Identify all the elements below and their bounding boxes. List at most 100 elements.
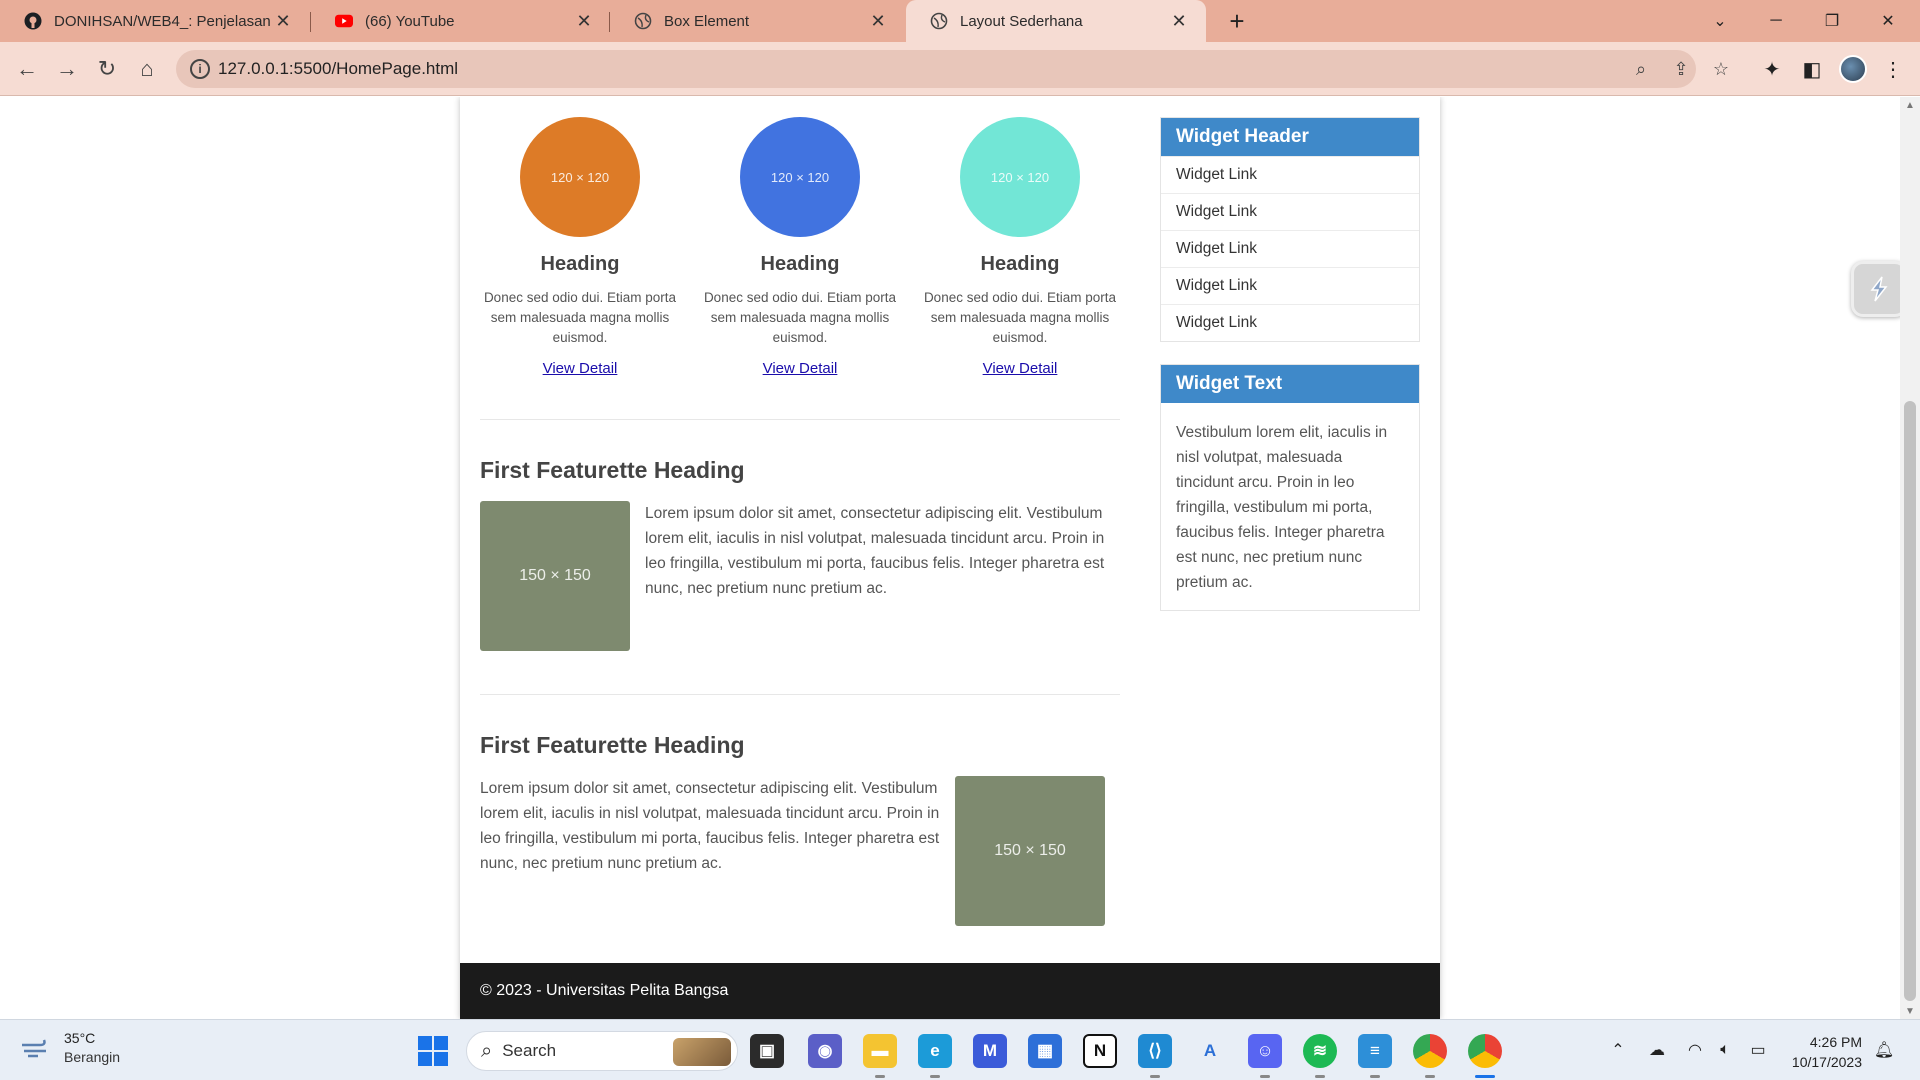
tab-youtube[interactable]: (66) YouTube ✕ [311, 0, 611, 42]
widget-link[interactable]: Widget Link [1161, 304, 1419, 341]
bookmark-star-icon[interactable]: ☆ [1704, 58, 1738, 80]
taskbar-clock[interactable]: 4:26 PM 10/17/2023 [1782, 1032, 1862, 1072]
view-detail-link[interactable]: View Detail [983, 360, 1058, 377]
scrollbar-thumb[interactable] [1904, 401, 1916, 1001]
site-info-icon[interactable]: i [190, 59, 210, 79]
column-text: Donec sed odio dui. Etiam porta sem male… [483, 290, 677, 345]
search-icon: ⌕ [481, 1039, 493, 1062]
scroll-up-icon[interactable]: ▲ [1900, 97, 1920, 113]
notepad-icon[interactable]: ≡ [1358, 1034, 1392, 1078]
side-panel-icon[interactable]: ◧ [1795, 52, 1829, 86]
store-icon[interactable]: ▦ [1028, 1034, 1062, 1068]
taskbar-search[interactable]: ⌕ Search [466, 1031, 738, 1071]
featurette-divider [480, 694, 1120, 695]
minimize-button[interactable]: ─ [1748, 0, 1804, 42]
featurette-heading: First Featurette Heading [480, 457, 745, 483]
tab-strip: DONIHSAN/WEB4_: Penjelasan T ✕ (66) YouT… [0, 0, 1920, 42]
widget-link[interactable]: Widget Link [1161, 193, 1419, 230]
column-heading: Heading [540, 253, 620, 275]
edge-icon[interactable]: e [918, 1034, 952, 1078]
discord-icon[interactable]: ☺ [1248, 1034, 1282, 1078]
close-icon[interactable]: ✕ [272, 10, 294, 32]
featurette-text: Lorem ipsum dolor sit amet, consectetur … [480, 780, 940, 872]
widget-link[interactable]: Widget Link [1161, 230, 1419, 267]
view-detail-link[interactable]: View Detail [763, 360, 838, 377]
weather-temperature: 35°C [64, 1030, 96, 1046]
windows-taskbar: 35°C Berangin ⌕ Search ▣ ◉ ▬ e M ▦ N ⟨⟩ … [0, 1019, 1920, 1080]
close-icon[interactable]: ✕ [573, 10, 595, 32]
close-icon[interactable]: ✕ [867, 10, 889, 32]
share-icon[interactable]: ⇪ [1664, 58, 1698, 80]
volume-icon[interactable]: 🔈︎ [1713, 1038, 1737, 1062]
circle-image: 120 × 120 [960, 117, 1080, 237]
tab-github[interactable]: DONIHSAN/WEB4_: Penjelasan T ✕ [0, 0, 310, 42]
marketing-column: 120 × 120 Heading Donec sed odio dui. Et… [480, 117, 680, 378]
forward-icon[interactable]: → [50, 52, 84, 86]
profile-avatar[interactable] [1839, 55, 1867, 83]
chrome-profile-icon[interactable] [1468, 1034, 1502, 1078]
floating-action-button[interactable] [1851, 261, 1900, 317]
tab-search-icon[interactable]: ⌄ [1692, 0, 1748, 42]
weather-widget[interactable]: 35°C Berangin [20, 1030, 120, 1065]
new-tab-button[interactable]: + [1222, 6, 1252, 36]
page-footer: © 2023 - Universitas Pelita Bangsa [460, 963, 1440, 1019]
globe-icon [634, 12, 652, 30]
page-viewport: 120 × 120 Heading Donec sed odio dui. Et… [0, 97, 1900, 1019]
wind-icon [20, 1037, 54, 1059]
widget-link[interactable]: Widget Link [1161, 267, 1419, 304]
restore-button[interactable]: ❐ [1804, 0, 1860, 42]
github-icon [24, 12, 42, 30]
extensions-icon[interactable]: ✦ [1755, 52, 1789, 86]
column-text: Donec sed odio dui. Etiam porta sem male… [703, 290, 897, 345]
browser-toolbar: ← → ↻ ⌂ i 127.0.0.1:5500/HomePage.html ⌕… [0, 42, 1920, 96]
close-window-button[interactable]: ✕ [1860, 0, 1916, 42]
search-label: Search [502, 1041, 557, 1060]
page-scrollbar[interactable]: ▲ ▼ [1900, 97, 1920, 1019]
clock-date: 10/17/2023 [1791, 1054, 1862, 1070]
featurette: First Featurette Heading 150 × 150 Lorem… [480, 457, 1120, 657]
sidebar: Widget Header Widget Link Widget Link Wi… [1160, 117, 1420, 611]
teams-icon[interactable]: ◉ [808, 1034, 842, 1068]
featurette-image: 150 × 150 [480, 501, 630, 651]
circle-image: 120 × 120 [740, 117, 860, 237]
tab-layout-sederhana[interactable]: Layout Sederhana ✕ [906, 0, 1206, 42]
url-text[interactable]: 127.0.0.1:5500/HomePage.html [218, 59, 458, 79]
column-text: Donec sed odio dui. Etiam porta sem male… [923, 290, 1117, 345]
featurette-heading: First Featurette Heading [480, 732, 745, 758]
chrome-icon[interactable] [1413, 1034, 1447, 1078]
wifi-icon[interactable]: ◠ [1683, 1038, 1707, 1062]
home-icon[interactable]: ⌂ [130, 52, 164, 86]
widget-text-box: Widget Text Vestibulum lorem elit, iacul… [1160, 364, 1420, 611]
vscode-icon[interactable]: ⟨⟩ [1138, 1034, 1172, 1078]
notification-bell-icon[interactable]: 🔔︎ [1872, 1038, 1896, 1062]
reload-icon[interactable]: ↻ [90, 52, 124, 86]
windows-start-icon[interactable] [418, 1036, 448, 1066]
scroll-down-icon[interactable]: ▼ [1900, 1003, 1920, 1019]
widget-text-header: Widget Text [1161, 365, 1419, 403]
back-icon[interactable]: ← [10, 52, 44, 86]
editor-app-icon[interactable]: M [973, 1034, 1007, 1068]
lightning-icon [1870, 276, 1888, 302]
widget-link[interactable]: Widget Link [1161, 156, 1419, 193]
featurette-image: 150 × 150 [955, 776, 1105, 926]
address-bar[interactable]: i 127.0.0.1:5500/HomePage.html ⌕ ⇪ ☆ [176, 50, 1729, 88]
page-container: 120 × 120 Heading Donec sed odio dui. Et… [460, 97, 1440, 1019]
view-detail-link[interactable]: View Detail [543, 360, 618, 377]
task-view-icon[interactable]: ▣ [750, 1034, 784, 1068]
marketing-column: 120 × 120 Heading Donec sed odio dui. Et… [700, 117, 900, 378]
tab-box-element[interactable]: Box Element ✕ [610, 0, 905, 42]
spotify-icon[interactable]: ≋ [1303, 1034, 1337, 1078]
app-a-icon[interactable]: A [1193, 1034, 1227, 1068]
widget-links: Widget Header Widget Link Widget Link Wi… [1160, 117, 1420, 342]
featurette-divider [480, 419, 1120, 420]
notion-icon[interactable]: N [1083, 1034, 1117, 1068]
file-explorer-icon[interactable]: ▬ [863, 1034, 897, 1078]
onedrive-icon[interactable]: ☁ [1645, 1038, 1669, 1062]
zoom-icon[interactable]: ⌕ [1624, 58, 1658, 80]
battery-icon[interactable]: ▭ [1745, 1038, 1771, 1062]
chevron-up-icon[interactable]: ⌃ [1606, 1038, 1630, 1062]
weather-description: Berangin [64, 1049, 121, 1065]
search-highlight-image [673, 1038, 731, 1066]
menu-icon[interactable]: ⋮ [1876, 52, 1910, 86]
close-icon[interactable]: ✕ [1168, 10, 1190, 32]
